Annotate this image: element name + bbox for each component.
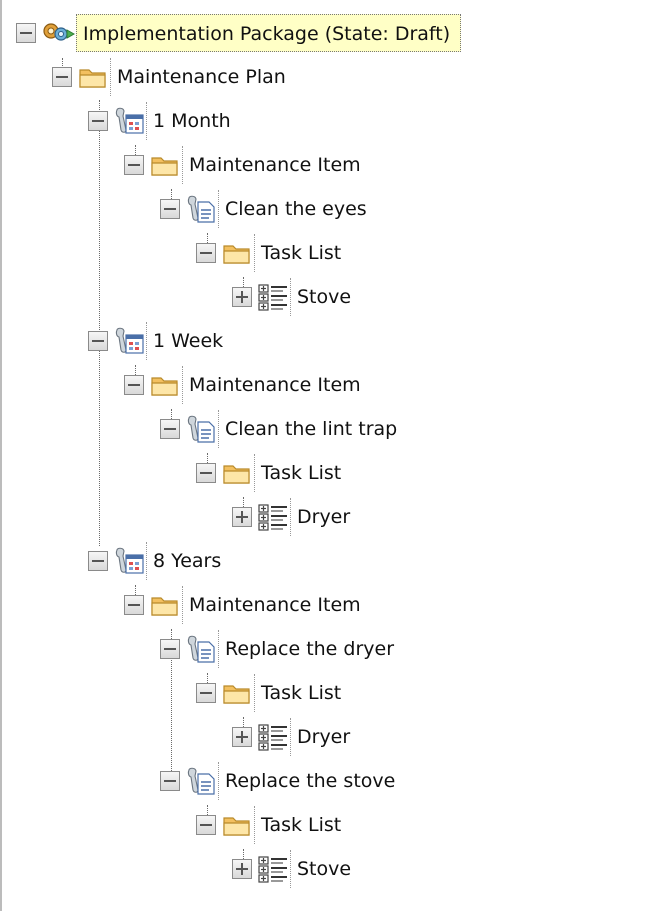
collapse-toggle[interactable]: [88, 551, 108, 571]
tree-node-label: Maintenance Item: [182, 366, 367, 404]
tree-node-label: Replace the stove: [218, 762, 401, 800]
tree-node-label: Clean the eyes: [218, 190, 373, 228]
collapse-toggle[interactable]: [52, 67, 72, 87]
tree-node-label: Clean the lint trap: [218, 410, 403, 448]
collapse-toggle[interactable]: [160, 199, 180, 219]
task-list-icon: [256, 502, 290, 532]
tree-node-label: Implementation Package (State: Draft): [76, 14, 462, 52]
tree-node-label: Replace the dryer: [218, 630, 400, 668]
tree-node-label: Task List: [254, 674, 347, 712]
wrench-calendar-icon: [112, 546, 146, 576]
folder-icon: [76, 62, 110, 92]
tree-node-plan[interactable]: 1 Week: [88, 321, 229, 361]
collapse-toggle[interactable]: [160, 771, 180, 791]
expand-toggle[interactable]: [232, 287, 252, 307]
collapse-toggle[interactable]: [124, 155, 144, 175]
tree-node-root[interactable]: Implementation Package (State: Draft): [16, 13, 462, 53]
wrench-document-icon: [184, 194, 218, 224]
task-list-icon: [256, 854, 290, 884]
tree-node-item[interactable]: Clean the lint trap: [160, 409, 403, 449]
folder-icon: [148, 590, 182, 620]
tree-node-item[interactable]: Replace the stove: [160, 761, 401, 801]
tree-node-label: Task List: [254, 234, 347, 272]
folder-icon: [220, 678, 254, 708]
tree-node-label: Maintenance Item: [182, 586, 367, 624]
tree-node-task[interactable]: Stove: [232, 277, 357, 317]
tree-node-label: 1 Week: [146, 322, 229, 360]
collapse-toggle[interactable]: [16, 23, 36, 43]
wrench-document-icon: [184, 634, 218, 664]
tree-node-plan[interactable]: 1 Month: [88, 101, 237, 141]
wrench-calendar-icon: [112, 106, 146, 136]
tree-node-label: 1 Month: [146, 102, 237, 140]
tree-node-label: Dryer: [290, 498, 356, 536]
expand-toggle[interactable]: [232, 507, 252, 527]
tree-node-task-list[interactable]: Task List: [196, 453, 347, 493]
wrench-document-icon: [184, 414, 218, 444]
collapse-toggle[interactable]: [124, 375, 144, 395]
tree-node-label: Task List: [254, 806, 347, 844]
collapse-toggle[interactable]: [88, 111, 108, 131]
collapse-toggle[interactable]: [196, 683, 216, 703]
tree-node-label: Stove: [290, 278, 357, 316]
folder-icon: [220, 238, 254, 268]
wrench-calendar-icon: [112, 326, 146, 356]
collapse-toggle[interactable]: [196, 815, 216, 835]
collapse-toggle[interactable]: [124, 595, 144, 615]
tree-node-label: Dryer: [290, 718, 356, 756]
wrench-document-icon: [184, 766, 218, 796]
tree-node-item[interactable]: Clean the eyes: [160, 189, 373, 229]
folder-icon: [220, 458, 254, 488]
tree-node-task-list[interactable]: Task List: [196, 673, 347, 713]
tree-node-item[interactable]: Replace the dryer: [160, 629, 400, 669]
task-list-icon: [256, 722, 290, 752]
expand-toggle[interactable]: [232, 859, 252, 879]
tree-node-task[interactable]: Dryer: [232, 497, 356, 537]
collapse-toggle[interactable]: [196, 463, 216, 483]
tree-node-maintenance-item[interactable]: Maintenance Item: [124, 365, 367, 405]
folder-icon: [148, 150, 182, 180]
folder-icon: [220, 810, 254, 840]
maintenance-tree: Implementation Package (State: Draft) Ma…: [0, 0, 665, 911]
tree-node-label: 8 Years: [146, 542, 227, 580]
tree-node-task-list[interactable]: Task List: [196, 233, 347, 273]
tree-node-label: Task List: [254, 454, 347, 492]
tree-node-task[interactable]: Dryer: [232, 717, 356, 757]
tree-node-maintenance-item[interactable]: Maintenance Item: [124, 585, 367, 625]
collapse-toggle[interactable]: [160, 639, 180, 659]
folder-icon: [148, 370, 182, 400]
collapse-toggle[interactable]: [196, 243, 216, 263]
tree-node-plan[interactable]: 8 Years: [88, 541, 227, 581]
tree-node-maintenance-plan[interactable]: Maintenance Plan: [52, 57, 292, 97]
collapse-toggle[interactable]: [88, 331, 108, 351]
tree-node-label: Stove: [290, 850, 357, 888]
tree-node-maintenance-item[interactable]: Maintenance Item: [124, 145, 367, 185]
tree-node-task-list[interactable]: Task List: [196, 805, 347, 845]
task-list-icon: [256, 282, 290, 312]
tree-node-task[interactable]: Stove: [232, 849, 357, 889]
tree-node-label: Maintenance Item: [182, 146, 367, 184]
tree-node-label: Maintenance Plan: [110, 58, 292, 96]
collapse-toggle[interactable]: [160, 419, 180, 439]
expand-toggle[interactable]: [232, 727, 252, 747]
package-gear-icon: [40, 18, 76, 48]
